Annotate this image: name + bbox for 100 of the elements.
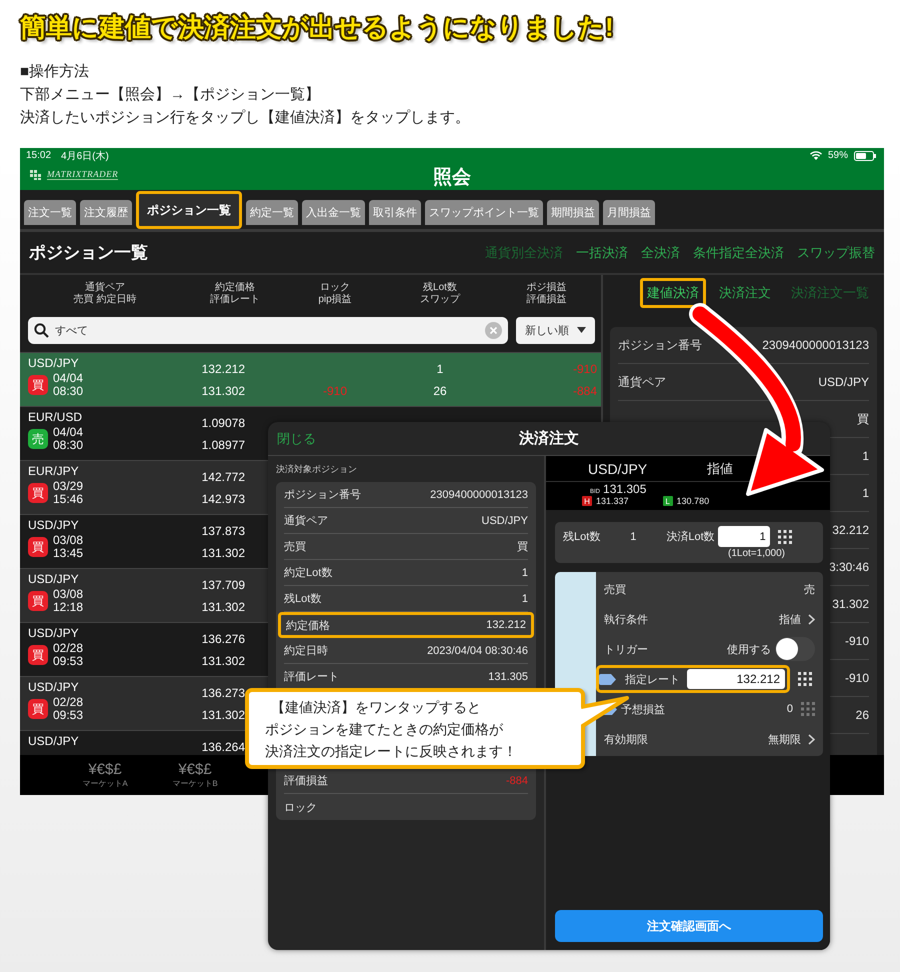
action-link[interactable]: 一括決済 (576, 244, 628, 262)
trade-datetime: 03/29 15:46 (53, 480, 84, 506)
column-header: pip損益 (318, 294, 352, 306)
search-field[interactable]: すべて (28, 316, 508, 344)
field-value: 使用する (727, 642, 771, 656)
contract-price: 1.09078 (202, 416, 245, 430)
currency-pair: USD/JPY (28, 626, 80, 640)
field-value: 2023/04/04 08:30:46 (427, 644, 528, 656)
rate-input-field[interactable]: 132.212 (687, 669, 785, 689)
field-label: 評価レート (284, 670, 339, 684)
field-value: 1 (522, 566, 528, 578)
high-badge: H (582, 496, 592, 506)
field-value: 26 (856, 708, 869, 722)
chevron-icon[interactable] (808, 734, 815, 744)
column-header: 評価損益 (526, 294, 566, 306)
field-value: 1 (862, 486, 869, 500)
column-header: ポジ損益 (526, 282, 566, 294)
field-value: -884 (506, 774, 528, 786)
field-value: 0 (786, 703, 793, 715)
lot-count: 1 (436, 362, 444, 376)
field-value: USD/JPY (818, 375, 869, 389)
field-label: 残Lot数 (563, 530, 600, 544)
currency-pair: EUR/JPY (28, 464, 80, 478)
order-type: 指値 (707, 460, 734, 478)
side-badge: 買 (28, 699, 48, 719)
action-link[interactable]: 条件指定全決済 (693, 244, 784, 262)
field-value: -910 (844, 671, 869, 685)
close-link[interactable]: 閉じる (277, 430, 316, 448)
side-badge: 買 (28, 645, 48, 665)
column-header: 評価レート (210, 294, 260, 306)
tab[interactable]: 取引条件 (369, 200, 421, 225)
sort-dropdown[interactable]: 新しい順 (516, 316, 595, 344)
tab[interactable]: 注文履歴 (80, 200, 132, 225)
callout-text: 【建値決済】をワンタップすると (271, 698, 481, 717)
tab[interactable]: スワップポイント一覧 (425, 200, 543, 225)
trade-datetime: 03/08 13:45 (53, 534, 84, 560)
instruction-heading: ■操作方法 (20, 62, 90, 82)
search-icon (34, 322, 49, 338)
search-input[interactable]: すべて (55, 324, 480, 336)
field-value: 1 (630, 530, 636, 542)
field-label: 決済Lot数 (666, 530, 715, 544)
currency-pair: USD/JPY (28, 518, 80, 532)
market-tab[interactable]: ¥€$£ マーケットB (165, 755, 225, 795)
callout-text: 決済注文の指定レートに反映されます！ (265, 742, 517, 761)
side-badge: 買 (28, 483, 48, 503)
field-label: 売買 (284, 540, 306, 554)
field-label: 売買 (604, 582, 626, 596)
field-value: 売 (804, 582, 815, 596)
currency-pair: USD/JPY (28, 680, 80, 694)
currency-pair: EUR/USD (28, 410, 84, 424)
tab[interactable]: 月間損益 (603, 200, 655, 225)
battery-percent: 59% (828, 150, 848, 161)
action-link[interactable]: 全決済 (641, 244, 680, 262)
high-price: 131.337 (596, 496, 629, 506)
field-label: 執行条件 (604, 612, 648, 626)
status-date: 4月6日(木) (61, 150, 109, 162)
keypad-icon[interactable] (798, 672, 812, 686)
field-value: 指値 (779, 612, 801, 626)
currency-pair: USD/JPY (28, 356, 80, 370)
field-value: 3:30:46 (828, 560, 869, 574)
trade-datetime: 03/08 12:18 (53, 588, 84, 614)
chevron-icon[interactable] (808, 614, 815, 624)
field-value: 131.305 (488, 670, 528, 682)
keypad-icon[interactable] (778, 530, 792, 544)
tab[interactable]: 注文一覧 (24, 200, 76, 225)
tab[interactable]: 決済注文 (712, 278, 778, 308)
field-value: 買 (517, 540, 528, 554)
field-label: 通貨ペア (618, 374, 666, 390)
logo-icon (30, 170, 44, 180)
screen-title: 照会 (433, 166, 471, 190)
field-value: 1 (862, 449, 869, 463)
contract-price: 136.276 (202, 632, 245, 646)
swap-value: 26 (433, 384, 447, 398)
trade-datetime: 04/04 08:30 (53, 426, 84, 452)
position-profit: -910 (572, 362, 597, 376)
toggle-switch[interactable] (775, 637, 815, 661)
market-tab[interactable]: ¥€$£ マーケットA (75, 755, 135, 795)
column-header: 売買 約定日時 (74, 294, 136, 306)
confirm-button[interactable]: 注文確認画面へ (555, 910, 823, 942)
field-value: USD/JPY (482, 514, 528, 526)
lot-input-field[interactable]: 1 (718, 526, 770, 547)
field-label: 予想損益 (621, 702, 665, 716)
action-link[interactable]: スワップ振替 (797, 244, 875, 262)
field-value: -910 (844, 634, 869, 648)
column-header: 通貨ペア (85, 282, 125, 294)
tab[interactable]: ポジション一覧 (136, 191, 242, 229)
battery-icon (854, 150, 876, 160)
tab[interactable]: 入出金一覧 (302, 200, 365, 225)
page-title: ポジション一覧 (29, 242, 148, 264)
tab[interactable]: 期間損益 (547, 200, 599, 225)
tab[interactable]: 建値決済 (640, 278, 706, 308)
status-time: 15:02 (26, 150, 52, 161)
side-badge: 売 (28, 429, 48, 449)
instruction-text: 下部メニュー【照会】→【ポジション一覧】 (20, 85, 321, 105)
headline: 簡単に建値で決済注文が出せるようになりました! (20, 11, 614, 44)
contract-price: 136.273 (202, 686, 245, 700)
tab[interactable]: 約定一覧 (246, 200, 298, 225)
low-badge: L (662, 496, 673, 506)
currency-pair: USD/JPY (28, 572, 80, 586)
column-header: 約定価格 (215, 282, 255, 294)
